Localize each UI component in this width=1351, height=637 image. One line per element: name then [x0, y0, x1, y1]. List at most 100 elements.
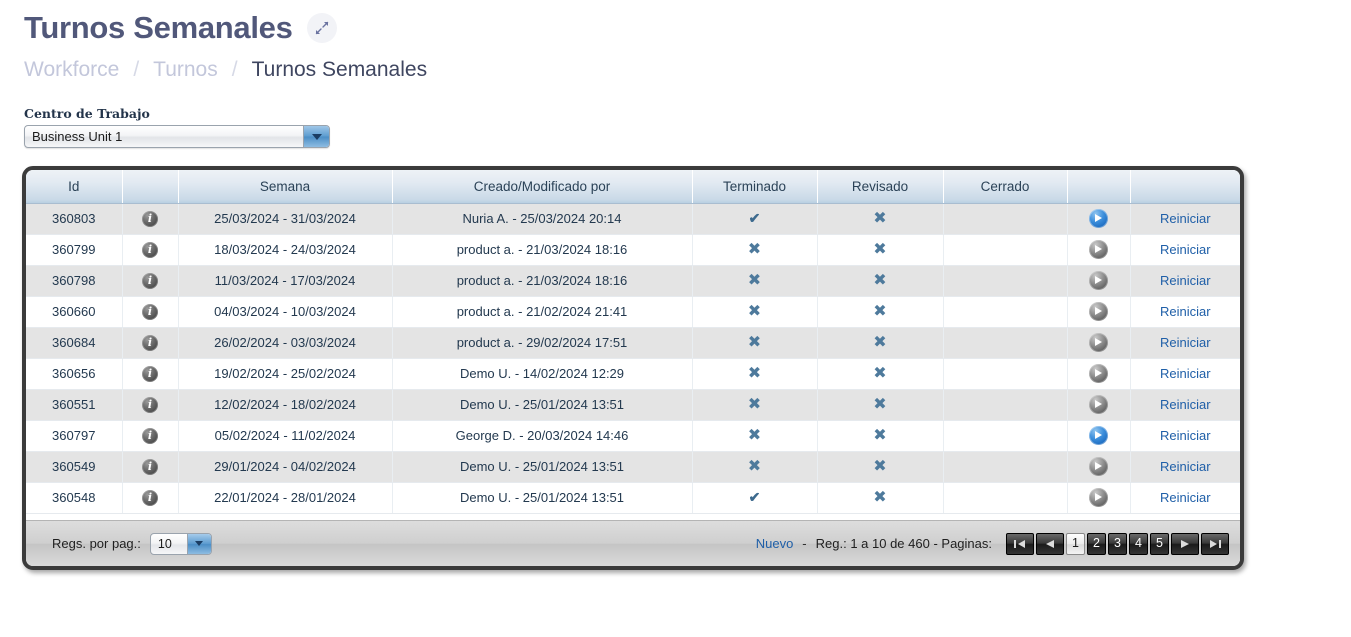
cell-info[interactable] — [122, 358, 179, 390]
info-icon[interactable] — [142, 489, 158, 506]
cell-go[interactable] — [1067, 296, 1131, 328]
new-record-link[interactable]: Nuevo — [756, 536, 794, 551]
cell-info[interactable] — [122, 420, 179, 452]
table-row[interactable]: 360798 11/03/2024 - 17/03/2024product a. … — [26, 265, 1240, 297]
cell-go[interactable] — [1067, 389, 1131, 421]
cell-creado-modificado-por: Demo U. - 14/02/2024 12:29 — [392, 358, 693, 390]
reiniciar-link[interactable]: Reiniciar — [1160, 397, 1211, 412]
cell-info[interactable] — [122, 265, 179, 297]
go-arrow-icon[interactable] — [1089, 457, 1108, 476]
go-first-icon[interactable] — [1006, 532, 1034, 555]
cell-go[interactable] — [1067, 420, 1131, 452]
cell-terminado: ✖ — [692, 358, 818, 390]
cell-action[interactable]: Reiniciar — [1130, 389, 1240, 421]
go-arrow-icon[interactable] — [1089, 333, 1108, 352]
column-header-terminado[interactable]: Terminado — [692, 170, 818, 204]
table-row[interactable]: 360656 19/02/2024 - 25/02/2024Demo U. - 1… — [26, 358, 1240, 390]
go-arrow-icon[interactable] — [1089, 426, 1108, 445]
page-button-5[interactable]: 5 — [1150, 532, 1169, 555]
info-icon[interactable] — [142, 210, 158, 227]
go-arrow-icon[interactable] — [1089, 271, 1108, 290]
table-row[interactable]: 360548 22/01/2024 - 28/01/2024Demo U. - 2… — [26, 482, 1240, 514]
cell-action[interactable]: Reiniciar — [1130, 451, 1240, 483]
page-button-3[interactable]: 3 — [1108, 532, 1127, 555]
info-icon[interactable] — [142, 427, 158, 444]
cell-info[interactable] — [122, 234, 179, 266]
rows-per-page-select[interactable]: 10 — [149, 532, 212, 555]
table-row[interactable]: 360551 12/02/2024 - 18/02/2024Demo U. - 2… — [26, 389, 1240, 421]
reiniciar-link[interactable]: Reiniciar — [1160, 273, 1211, 288]
cell-terminado: ✔ — [692, 203, 818, 235]
expand-arrows-icon[interactable] — [306, 13, 337, 43]
cell-info[interactable] — [122, 482, 179, 514]
cell-action[interactable]: Reiniciar — [1130, 265, 1240, 297]
cell-go[interactable] — [1067, 482, 1131, 514]
cell-action[interactable]: Reiniciar — [1130, 203, 1240, 235]
cross-icon: ✖ — [747, 271, 762, 289]
go-arrow-icon[interactable] — [1089, 240, 1108, 259]
page-number-group: 12345 — [1065, 532, 1170, 555]
cell-info[interactable] — [122, 451, 179, 483]
table-row[interactable]: 360660 04/03/2024 - 10/03/2024product a. … — [26, 296, 1240, 328]
info-icon[interactable] — [142, 458, 158, 475]
info-icon[interactable] — [142, 303, 158, 320]
go-prev-icon[interactable] — [1036, 532, 1064, 555]
go-arrow-icon[interactable] — [1089, 209, 1108, 228]
cell-info[interactable] — [122, 327, 179, 359]
cell-go[interactable] — [1067, 358, 1131, 390]
go-arrow-icon[interactable] — [1089, 395, 1108, 414]
info-icon[interactable] — [142, 396, 158, 413]
go-next-icon[interactable] — [1171, 532, 1199, 555]
cell-action[interactable]: Reiniciar — [1130, 358, 1240, 390]
column-header-creado[interactable]: Creado/Modificado por — [392, 170, 693, 204]
cell-info[interactable] — [122, 203, 179, 235]
column-header-revisado[interactable]: Revisado — [817, 170, 944, 204]
reiniciar-link[interactable]: Reiniciar — [1160, 242, 1211, 257]
page-button-1[interactable]: 1 — [1066, 532, 1085, 555]
page-button-4[interactable]: 4 — [1129, 532, 1148, 555]
cross-icon: ✖ — [747, 395, 762, 413]
reiniciar-link[interactable]: Reiniciar — [1160, 428, 1211, 443]
chevron-down-icon[interactable] — [304, 126, 329, 147]
cell-action[interactable]: Reiniciar — [1130, 482, 1240, 514]
cell-go[interactable] — [1067, 327, 1131, 359]
column-header-cerrado[interactable]: Cerrado — [943, 170, 1068, 204]
info-icon[interactable] — [142, 272, 158, 289]
cell-go[interactable] — [1067, 203, 1131, 235]
go-arrow-icon[interactable] — [1089, 364, 1108, 383]
go-arrow-icon[interactable] — [1089, 302, 1108, 321]
cell-go[interactable] — [1067, 451, 1131, 483]
work-center-select[interactable]: Business Unit 1 — [24, 125, 330, 148]
reiniciar-link[interactable]: Reiniciar — [1160, 304, 1211, 319]
table-row[interactable]: 360803 25/03/2024 - 31/03/2024Nuria A. - … — [26, 203, 1240, 235]
table-row[interactable]: 360549 29/01/2024 - 04/02/2024Demo U. - 2… — [26, 451, 1240, 483]
chevron-down-icon[interactable] — [187, 533, 211, 554]
cell-action[interactable]: Reiniciar — [1130, 296, 1240, 328]
cell-info[interactable] — [122, 389, 179, 421]
go-last-icon[interactable] — [1201, 532, 1229, 555]
info-icon[interactable] — [142, 365, 158, 382]
table-row[interactable]: 360799 18/03/2024 - 24/03/2024product a. … — [26, 234, 1240, 266]
column-header-semana[interactable]: Semana — [178, 170, 393, 204]
info-icon[interactable] — [142, 241, 158, 258]
table-row[interactable]: 360684 26/02/2024 - 03/03/2024product a. … — [26, 327, 1240, 359]
rows-per-page: Regs. por pag.: 10 — [52, 532, 212, 555]
reiniciar-link[interactable]: Reiniciar — [1160, 335, 1211, 350]
cell-go[interactable] — [1067, 234, 1131, 266]
cell-go[interactable] — [1067, 265, 1131, 297]
go-arrow-icon[interactable] — [1089, 488, 1108, 507]
page-button-2[interactable]: 2 — [1087, 532, 1106, 555]
reiniciar-link[interactable]: Reiniciar — [1160, 211, 1211, 226]
breadcrumb-item-workforce[interactable]: Workforce — [24, 58, 119, 82]
reiniciar-link[interactable]: Reiniciar — [1160, 459, 1211, 474]
cell-action[interactable]: Reiniciar — [1130, 234, 1240, 266]
info-icon[interactable] — [142, 334, 158, 351]
table-row[interactable]: 360797 05/02/2024 - 11/02/2024George D. -… — [26, 420, 1240, 452]
cell-info[interactable] — [122, 296, 179, 328]
cell-action[interactable]: Reiniciar — [1130, 420, 1240, 452]
reiniciar-link[interactable]: Reiniciar — [1160, 366, 1211, 381]
column-header-id[interactable]: Id — [26, 170, 123, 204]
cell-action[interactable]: Reiniciar — [1130, 327, 1240, 359]
reiniciar-link[interactable]: Reiniciar — [1160, 490, 1211, 505]
breadcrumb-item-turnos[interactable]: Turnos — [153, 58, 218, 82]
